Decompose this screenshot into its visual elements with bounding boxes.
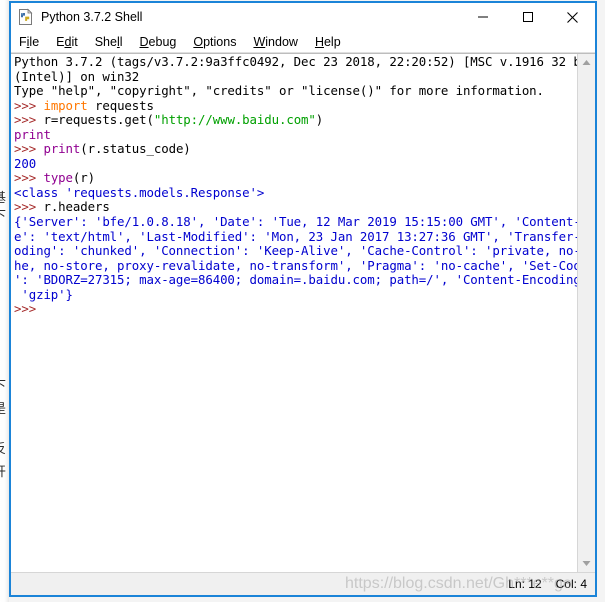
background-glyph: 是: [0, 403, 6, 416]
menu-edit[interactable]: Edit: [56, 35, 78, 49]
shell-line: >>> import requests: [14, 97, 575, 114]
menu-bar: File Edit Shell Debug Options Window Help: [11, 31, 595, 53]
shell-span-prompt: >>>: [14, 97, 44, 113]
shell-span-plain: Type "help", "copyright", "credits" or "…: [14, 83, 544, 99]
shell-span-prompt: >>>: [14, 141, 44, 157]
shell-span-builtin: print: [43, 141, 81, 157]
vertical-scrollbar[interactable]: [577, 54, 595, 572]
maximize-button[interactable]: [505, 3, 550, 31]
background-glyph: 基: [0, 192, 6, 205]
shell-span-builtin: print: [14, 126, 51, 142]
shell-line: (Intel)] on win32: [14, 68, 575, 85]
shell-span-plain: (Intel)] on win32: [14, 68, 140, 84]
shell-line: >>>: [14, 302, 575, 317]
menu-window[interactable]: Window: [253, 35, 297, 49]
menu-file[interactable]: File: [19, 35, 39, 49]
shell-line: 200: [14, 155, 575, 172]
shell-span-output: e': 'text/html', 'Last-Modified': 'Mon, …: [14, 228, 577, 244]
shell-span-plain: r=requests.get(: [43, 112, 154, 128]
scroll-down-arrow[interactable]: [578, 555, 595, 572]
shell-line: e': 'text/html', 'Last-Modified': 'Mon, …: [14, 228, 577, 245]
shell-span-output: 'gzip'}: [14, 286, 73, 302]
background-window-edge[interactable]: 基 下 下 是 反 开: [0, 0, 9, 602]
status-bar: Ln: 12 Col: 4: [11, 572, 595, 595]
shell-span-plain: (r): [72, 170, 95, 186]
shell-line: >>> print(r.status_code): [14, 142, 575, 157]
menu-shell[interactable]: Shell: [95, 35, 123, 49]
background-glyph: 下: [0, 210, 6, 223]
shell-line: >>> r.headers: [14, 200, 575, 215]
column-indicator: Col: 4: [555, 577, 587, 591]
shell-line: >>> r=requests.get("http://www.baidu.com…: [14, 112, 575, 128]
shell-line: Python 3.7.2 (tags/v3.7.2:9a3ffc0492, De…: [14, 54, 577, 70]
shell-text-output[interactable]: Python 3.7.2 (tags/v3.7.2:9a3ffc0492, De…: [11, 54, 577, 572]
shell-span-plain: (r.status_code): [80, 141, 191, 157]
scroll-up-arrow[interactable]: [578, 54, 595, 71]
shell-body: Python 3.7.2 (tags/v3.7.2:9a3ffc0492, De…: [11, 53, 595, 572]
caption-button-group: [460, 3, 595, 31]
shell-span-builtin: type: [43, 170, 73, 186]
shell-span-prompt: >>>: [14, 170, 44, 186]
shell-line: <class 'requests.models.Response'>: [14, 184, 575, 201]
shell-line: print: [14, 126, 575, 143]
python-idle-icon: [17, 8, 35, 26]
menu-help[interactable]: Help: [315, 35, 341, 49]
scrollbar-thumb[interactable]: [578, 71, 595, 555]
menu-options[interactable]: Options: [193, 35, 236, 49]
shell-line: >>> type(r): [14, 171, 575, 186]
shell-span-plain: requests: [87, 97, 154, 113]
shell-span-output: {'Server': 'bfe/1.0.8.18', 'Date': 'Tue,…: [14, 214, 577, 230]
shell-span-output: he, no-store, proxy-revalidate, no-trans…: [14, 257, 577, 273]
shell-span-output: oding': 'chunked', 'Connection': 'Keep-A…: [14, 243, 577, 259]
shell-span-string: "http://www.baidu.com": [153, 112, 316, 128]
shell-span-prompt: >>>: [14, 199, 44, 215]
menu-debug[interactable]: Debug: [140, 35, 177, 49]
shell-line: {'Server': 'bfe/1.0.8.18', 'Date': 'Tue,…: [14, 214, 577, 230]
shell-span-plain: Python 3.7.2 (tags/v3.7.2:9a3ffc0492, De…: [14, 54, 577, 69]
shell-span-output: <class 'requests.models.Response'>: [14, 184, 265, 200]
shell-line: Type "help", "copyright", "credits" or "…: [14, 83, 575, 99]
shell-line: he, no-store, proxy-revalidate, no-trans…: [14, 257, 577, 274]
shell-line: 'gzip'}: [14, 286, 575, 303]
title-bar[interactable]: Python 3.7.2 Shell: [11, 3, 595, 31]
shell-span-prompt: >>>: [14, 301, 44, 317]
shell-span-keyword: import: [43, 97, 88, 113]
background-glyph: 下: [0, 380, 6, 393]
shell-span-output: ': 'BDORZ=27315; max-age=86400; domain=.…: [14, 272, 577, 288]
shell-span-output: 200: [14, 155, 37, 171]
line-indicator: Ln: 12: [508, 577, 542, 591]
window-title: Python 3.7.2 Shell: [41, 10, 143, 24]
shell-line: ': 'BDORZ=27315; max-age=86400; domain=.…: [14, 272, 577, 288]
shell-span-plain: r.headers: [43, 199, 110, 215]
background-glyph: 反: [0, 443, 6, 456]
close-button[interactable]: [550, 3, 595, 31]
shell-span-plain: ): [315, 112, 324, 128]
background-glyph: 开: [0, 466, 6, 479]
python-shell-window: Python 3.7.2 Shell File Edit Shell Debug Opt…: [9, 1, 597, 597]
shell-span-prompt: >>>: [14, 112, 44, 128]
minimize-button[interactable]: [460, 3, 505, 31]
shell-line: oding': 'chunked', 'Connection': 'Keep-A…: [14, 243, 577, 259]
